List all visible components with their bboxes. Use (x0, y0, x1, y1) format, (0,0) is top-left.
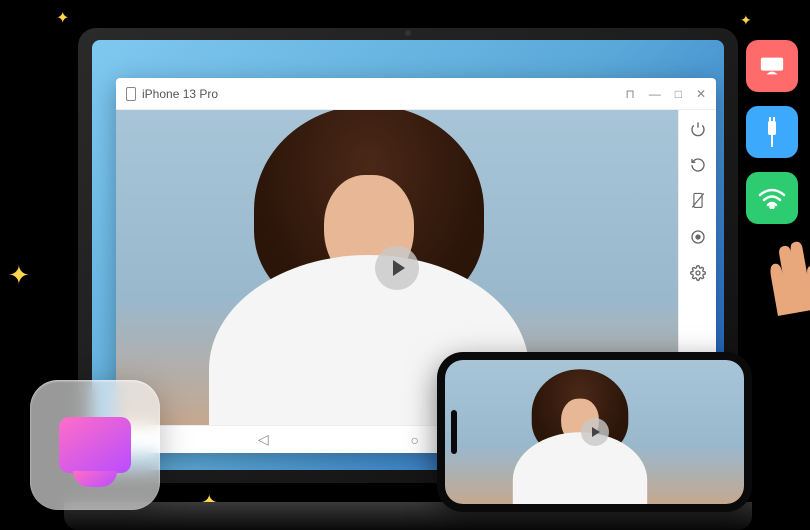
gear-icon[interactable] (689, 264, 707, 282)
pin-button[interactable]: ⊓ (625, 87, 634, 101)
device-title: iPhone 13 Pro (142, 87, 218, 101)
sparkle-icon: ✦ (8, 260, 30, 291)
phone-notch (451, 410, 457, 454)
close-button[interactable]: ✕ (696, 87, 706, 101)
nav-home-button[interactable]: ○ (411, 432, 419, 448)
maximize-button[interactable]: □ (675, 87, 682, 101)
app-icon[interactable] (30, 380, 160, 510)
play-button[interactable] (375, 246, 419, 290)
play-button[interactable] (581, 418, 609, 446)
hand-illustration (744, 230, 810, 309)
disconnect-icon[interactable] (689, 192, 707, 210)
nav-back-button[interactable]: ◁ (258, 431, 269, 448)
undo-icon[interactable] (689, 156, 707, 174)
power-icon[interactable] (689, 120, 707, 138)
phone-frame (437, 352, 752, 512)
sparkle-icon: ✦ (740, 12, 752, 29)
video-thumbnail (500, 369, 660, 504)
sparkle-icon: ✦ (56, 8, 69, 28)
wifi-icon[interactable] (746, 172, 798, 224)
connection-icon-stack (746, 40, 798, 224)
record-icon[interactable] (689, 228, 707, 246)
cast-icon[interactable] (746, 40, 798, 92)
titlebar: iPhone 13 Pro ⊓ — □ ✕ (116, 78, 716, 110)
screen-mirror-app-icon (59, 417, 131, 473)
camera-notch (405, 30, 411, 36)
minimize-button[interactable]: — (649, 87, 661, 101)
cable-icon[interactable] (746, 106, 798, 158)
phone-icon (126, 87, 136, 101)
phone-screen (445, 360, 744, 504)
